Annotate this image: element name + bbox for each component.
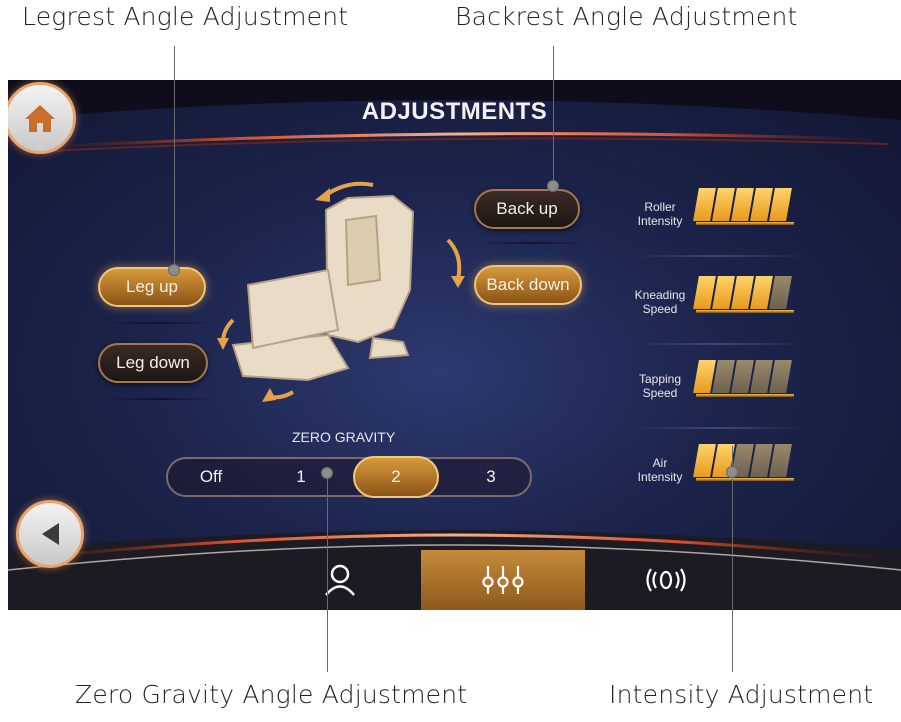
tapping-speed-base [696, 394, 794, 397]
intensity-level-segment[interactable] [769, 276, 792, 309]
leader-intensity [732, 446, 733, 672]
callout-zero-gravity: Zero Gravity Angle Adjustment [75, 680, 468, 709]
zero-gravity-label: ZERO GRAVITY [292, 429, 396, 445]
roller-intensity-bars[interactable] [693, 188, 792, 224]
separator-2 [634, 343, 804, 345]
vibration-icon [646, 568, 686, 592]
air-intensity-base [696, 478, 794, 481]
air-intensity-label: Air Intensity [628, 456, 692, 484]
leg-down-shadow [104, 398, 214, 400]
sliders-icon [482, 566, 524, 594]
zero-gravity-option-2: 2 [391, 467, 401, 486]
nav-tab-user[interactable] [258, 550, 421, 610]
leader-legrest [174, 46, 175, 270]
callout-intensity: Intensity Adjustment [609, 680, 874, 709]
leg-up-button[interactable]: Leg up [98, 267, 206, 307]
tapping-speed-line2: Speed [642, 386, 678, 400]
roller-intensity-line1: Roller [644, 200, 676, 214]
callout-backrest: Backrest Angle Adjustment [455, 2, 798, 31]
leader-zero-gravity [327, 474, 328, 672]
tapping-speed-label: Tapping Speed [628, 372, 692, 400]
leader-dot-legrest [168, 264, 180, 276]
tapping-speed-bars[interactable] [693, 360, 792, 396]
leader-dot-zero-gravity [321, 467, 333, 479]
leader-dot-backrest [547, 180, 559, 192]
zero-gravity-option-2-selected[interactable]: 2 [353, 456, 439, 498]
callout-legrest: Legrest Angle Adjustment [22, 2, 349, 31]
roller-intensity-label: Roller Intensity [628, 200, 692, 228]
separator-3 [634, 427, 804, 429]
adjustments-screen: ADJUSTMENTS Back up Back down Leg up Leg… [8, 80, 901, 610]
roller-intensity-base [696, 222, 794, 225]
intensity-level-segment[interactable] [769, 444, 792, 477]
separator-1 [634, 255, 804, 257]
nav-tab-adjustments[interactable] [421, 550, 585, 610]
triangle-left-icon [42, 523, 59, 545]
tapping-speed-line1: Tapping [638, 372, 682, 386]
back-up-button[interactable]: Back up [474, 189, 580, 229]
intensity-level-segment[interactable] [769, 360, 792, 393]
nav-tab-vibration[interactable] [585, 550, 748, 610]
intensity-level-segment[interactable] [769, 188, 792, 221]
leg-down-button[interactable]: Leg down [98, 343, 208, 383]
kneading-speed-line1: Kneading [634, 288, 686, 302]
massage-chair-illustration [231, 194, 415, 382]
kneading-speed-bars[interactable] [693, 276, 792, 312]
air-intensity-line1: Air [652, 456, 668, 470]
zero-gravity-option-3[interactable]: 3 [448, 459, 534, 495]
roller-intensity-line2: Intensity [637, 214, 683, 228]
bottom-nav [258, 550, 748, 610]
back-button[interactable] [16, 500, 84, 568]
kneading-speed-base [696, 310, 794, 313]
back-up-shadow [478, 242, 588, 244]
leader-backrest [553, 46, 554, 186]
kneading-speed-line2: Speed [642, 302, 678, 316]
kneading-speed-label: Kneading Speed [628, 288, 692, 316]
air-intensity-bars[interactable] [693, 444, 792, 480]
zero-gravity-option-off[interactable]: Off [168, 459, 254, 495]
leader-dot-intensity [726, 466, 738, 478]
air-intensity-line2: Intensity [637, 470, 683, 484]
leg-up-shadow [104, 322, 214, 324]
zero-gravity-selector: Off 1 3 [166, 457, 532, 497]
page-title: ADJUSTMENTS [361, 98, 548, 125]
back-down-button[interactable]: Back down [474, 265, 582, 305]
